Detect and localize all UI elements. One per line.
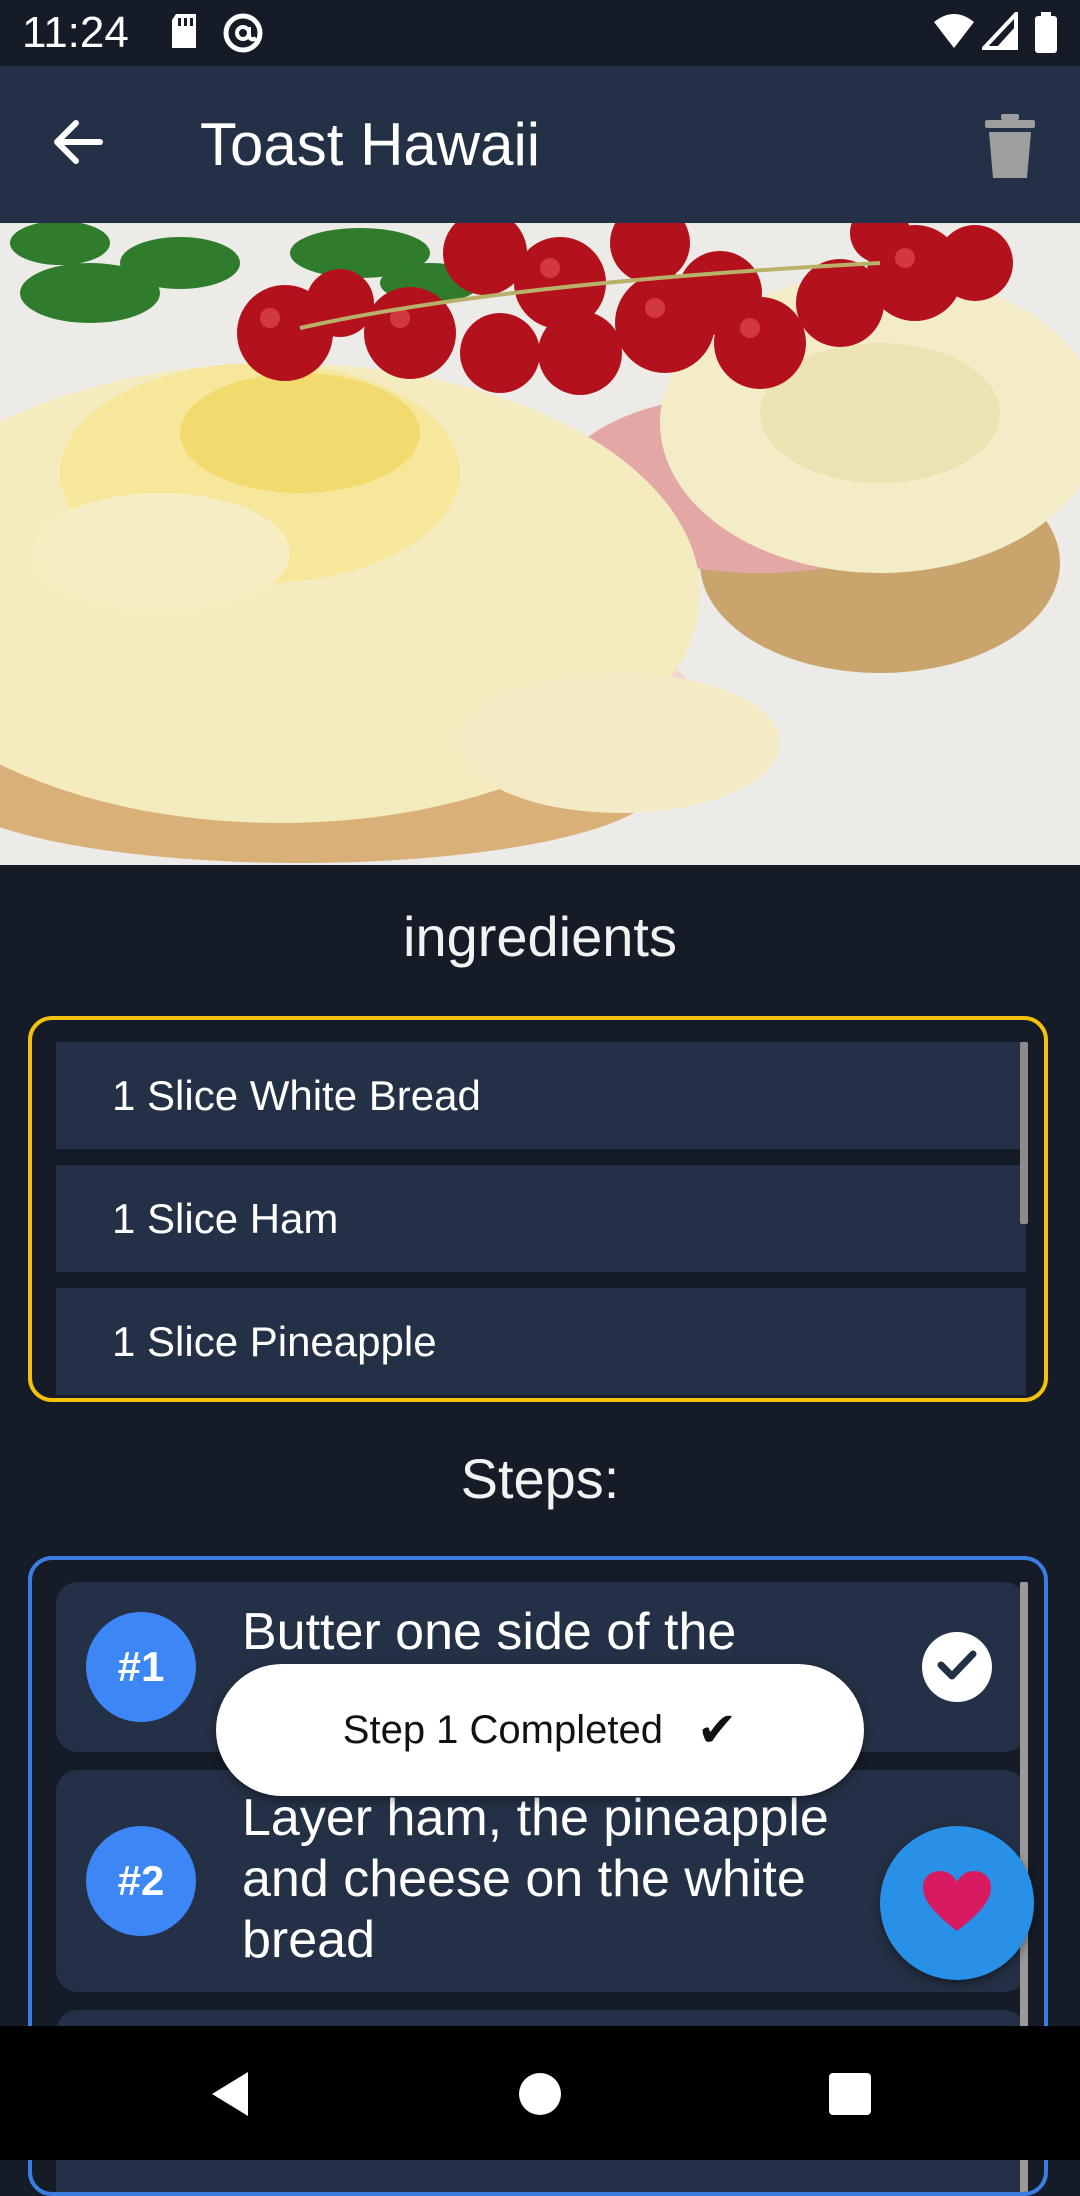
sd-card-icon [168,12,200,57]
steps-heading: Steps: [460,1447,620,1510]
ingredient-item[interactable]: 1 Slice Pineapple [56,1288,1026,1395]
page-title: Toast Hawaii [200,111,541,178]
toast-check-mark: ✔ [696,1704,738,1757]
ingredient-item[interactable]: 1 Slice Ham [56,1165,1026,1272]
status-bar: 11:24 [0,0,1080,66]
arrow-back-icon [52,119,104,170]
ingredients-scrollbar[interactable] [1020,1042,1028,1224]
system-nav-bar [0,2026,1080,2160]
ingredient-item[interactable]: 1 Slice White Bread [56,1042,1026,1149]
step-item[interactable]: #2 Layer ham, the pineapple and cheese o… [56,1770,1026,1992]
check-icon [937,1649,977,1686]
toast-message: Step 1 Completed ✔ [216,1664,864,1796]
step-number-badge: #1 [86,1612,196,1722]
ingredient-label: 1 Slice Ham [112,1194,339,1242]
cell-signal-icon [979,8,1018,57]
at-sign-icon [222,12,264,59]
battery-icon [1034,12,1058,59]
favorite-button[interactable] [880,1826,1034,1980]
status-time: 11:24 [22,8,129,57]
back-button[interactable] [40,106,116,182]
nav-home-button[interactable] [500,2056,580,2136]
step-complete-button[interactable] [922,1632,992,1702]
app-bar: Toast Hawaii [0,66,1080,223]
toast-text: Step 1 Completed [342,1707,663,1752]
trash-icon [985,113,1035,183]
nav-home-icon [518,2072,562,2121]
recipe-image [0,223,1080,865]
nav-back-icon [208,2070,252,2123]
nav-recents-icon [829,2072,871,2120]
ingredient-label: 1 Slice White Bread [112,1071,481,1119]
nav-recents-button[interactable] [810,2056,890,2136]
nav-back-button[interactable] [190,2056,270,2136]
heart-icon [921,1869,993,1938]
step-number-badge: #2 [86,1826,196,1936]
ingredients-heading: ingredients [403,905,677,968]
step-text: Butter one side of the [242,1603,737,1661]
delete-button[interactable] [968,106,1052,190]
wifi-icon [932,12,976,57]
ingredient-label: 1 Slice Pineapple [112,1317,437,1365]
ingredients-list[interactable]: 1 Slice White Bread 1 Slice Ham 1 Slice … [28,1016,1048,1402]
step-text: Layer ham, the pineapple and cheese on t… [242,1789,829,1969]
